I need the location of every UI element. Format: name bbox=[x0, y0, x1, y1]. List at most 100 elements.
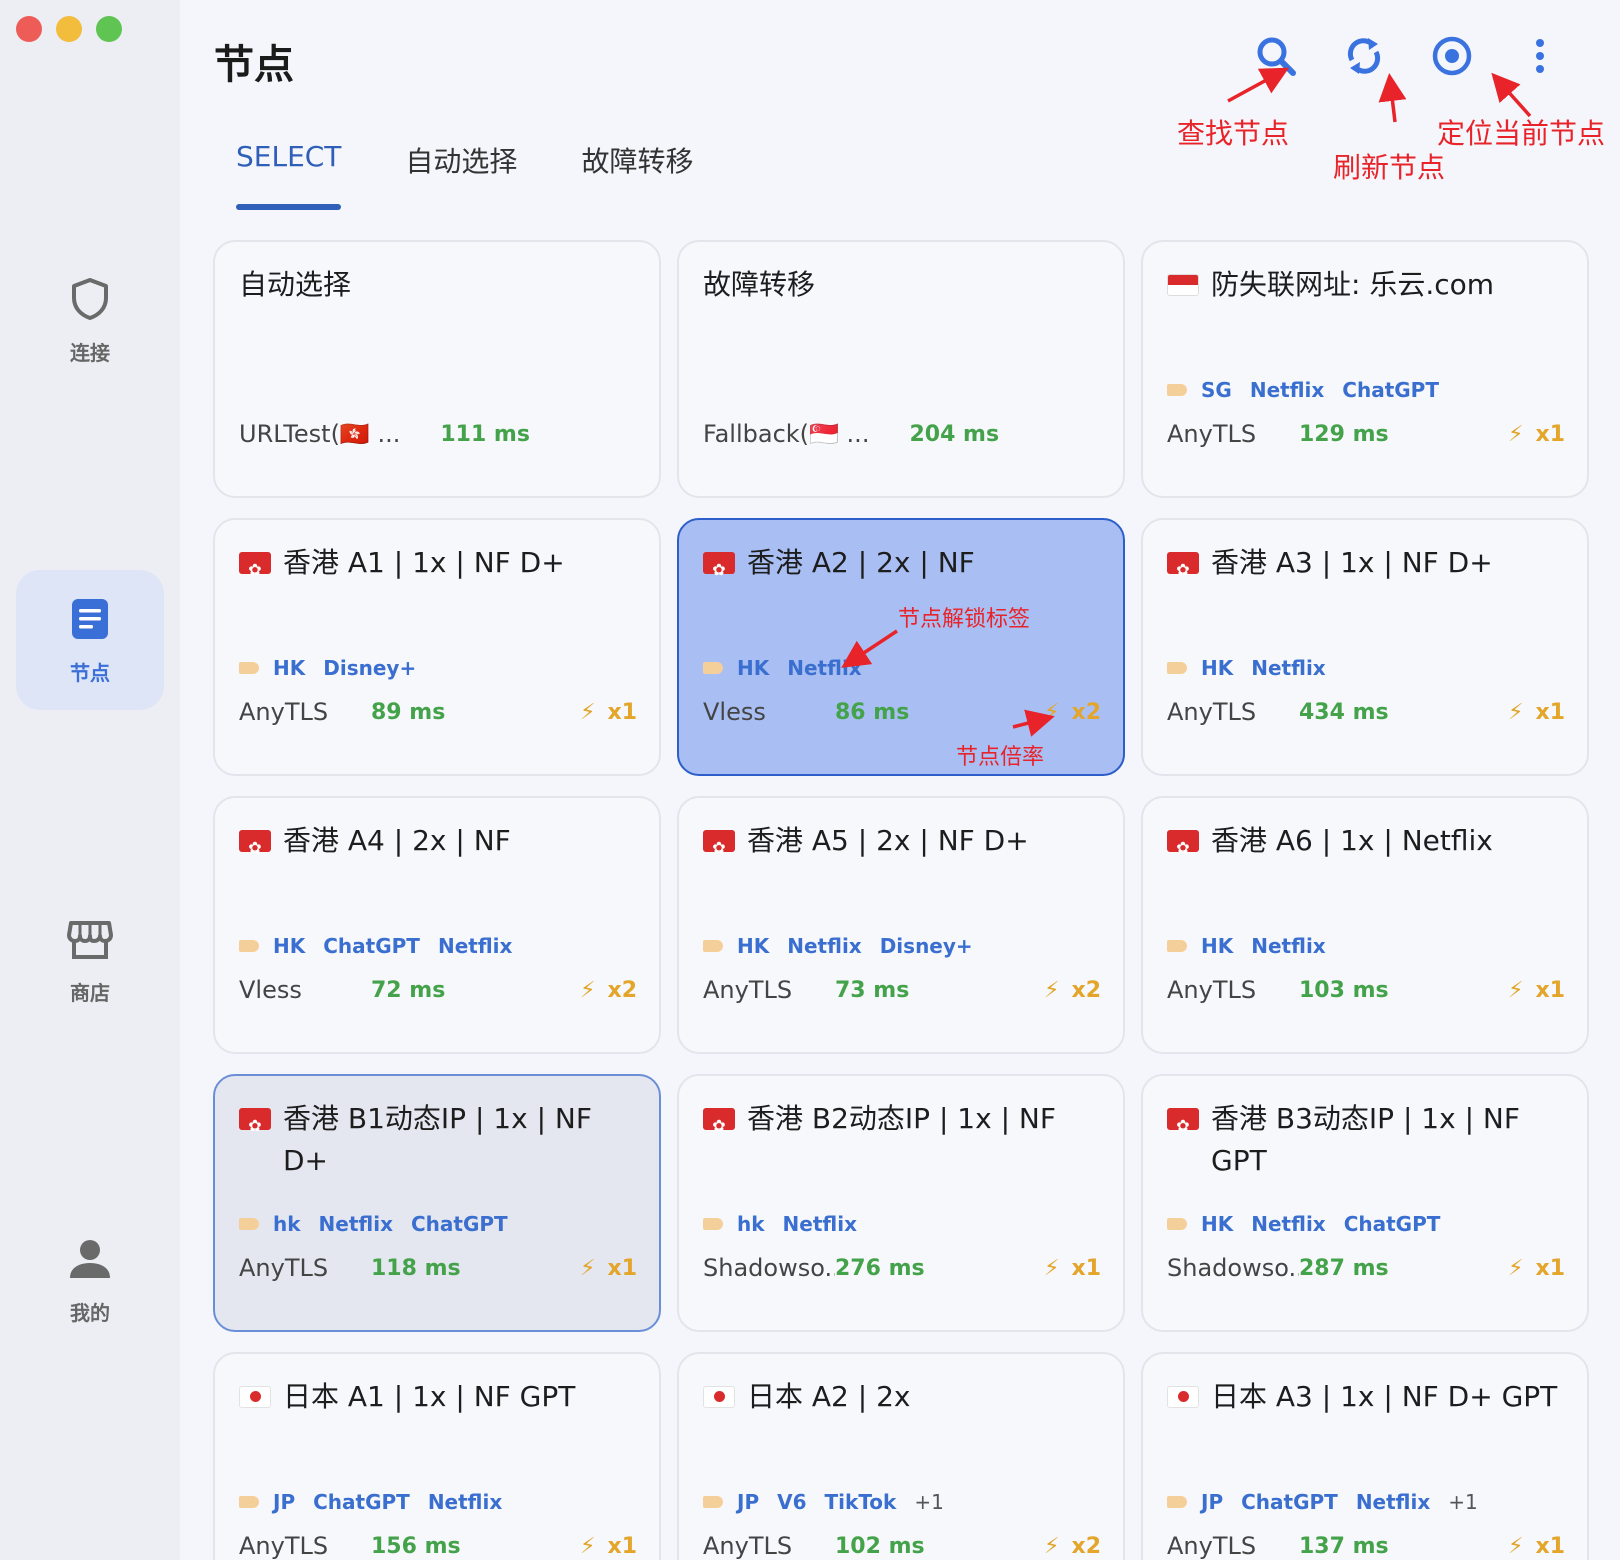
tag-icon bbox=[1167, 940, 1187, 952]
multiplier-value: x2 bbox=[1071, 1533, 1102, 1559]
multiplier-value: x1 bbox=[1535, 699, 1566, 725]
multiplier-value: x1 bbox=[1535, 977, 1566, 1003]
multiplier: ⚡ x1 bbox=[580, 1534, 637, 1559]
node-card[interactable]: 防失联网址: 乐云.com SG Netflix ChatGPT AnyTLS … bbox=[1141, 240, 1589, 498]
node-card-selected[interactable]: 香港 A2 | 2x | NF HK Netflix Vless 86 ms ⚡… bbox=[677, 518, 1125, 776]
tag: ChatGPT bbox=[1241, 1490, 1338, 1514]
card-title: 日本 A2 | 2x bbox=[747, 1380, 911, 1413]
tag: JP bbox=[273, 1490, 296, 1514]
card-title: 香港 B3动态IP | 1x | NF GPT bbox=[1211, 1102, 1520, 1177]
sidebar-item-nodes[interactable]: 节点 bbox=[16, 570, 164, 710]
multiplier-value: x2 bbox=[1071, 977, 1102, 1003]
unlock-tags: HK Netflix Disney+ bbox=[703, 934, 991, 958]
tag: Netflix bbox=[1251, 1212, 1326, 1236]
user-icon bbox=[70, 1239, 110, 1278]
tag: Netflix bbox=[787, 934, 862, 958]
sidebar-item-profile[interactable]: 我的 bbox=[16, 1210, 164, 1350]
more-tags-count: +1 bbox=[1448, 1490, 1478, 1514]
node-card[interactable]: 香港 B3动态IP | 1x | NF GPT HK Netflix ChatG… bbox=[1141, 1074, 1589, 1332]
tag: Netflix bbox=[1355, 1490, 1431, 1514]
tag: HK bbox=[273, 934, 306, 958]
tag: Netflix bbox=[318, 1212, 393, 1236]
tag: JP bbox=[737, 1490, 760, 1514]
tag: HK bbox=[1201, 934, 1234, 958]
delay-value: 111 ms bbox=[440, 421, 530, 447]
tab-failover[interactable]: 故障转移 bbox=[581, 140, 693, 210]
tab-auto-select[interactable]: 自动选择 bbox=[405, 140, 517, 210]
card-title: 日本 A3 | 1x | NF D+ GPT bbox=[1211, 1380, 1558, 1413]
group-card-auto-select[interactable]: 自动选择 URLTest(🇭🇰 ... 111 ms bbox=[213, 240, 661, 498]
sidebar: 连接 节点 商店 我的 bbox=[0, 0, 180, 1560]
tag-icon bbox=[703, 662, 723, 674]
card-title: 防失联网址: 乐云.com bbox=[1211, 268, 1495, 301]
multiplier: ⚡ x1 bbox=[1508, 422, 1565, 447]
tag: Netflix bbox=[1251, 656, 1326, 680]
sidebar-item-connect[interactable]: 连接 bbox=[16, 250, 164, 390]
hk-flag-icon bbox=[703, 827, 735, 869]
card-title: 香港 A5 | 2x | NF D+ bbox=[747, 824, 1029, 857]
card-title: 香港 A3 | 1x | NF D+ bbox=[1211, 546, 1493, 579]
card-title: 故障转移 bbox=[703, 268, 816, 301]
lightning-icon: ⚡ bbox=[580, 977, 596, 1003]
delay-value: 434 ms bbox=[1299, 699, 1389, 725]
document-list-icon bbox=[72, 598, 108, 639]
tag: Netflix bbox=[787, 656, 862, 680]
delay-value: 204 ms bbox=[909, 421, 1000, 447]
more-button[interactable] bbox=[1514, 30, 1566, 82]
close-window-button[interactable] bbox=[16, 16, 42, 42]
delay-value: 287 ms bbox=[1299, 1255, 1389, 1281]
tag-icon bbox=[239, 662, 259, 674]
minimize-window-button[interactable] bbox=[56, 16, 82, 42]
tab-select[interactable]: SELECT bbox=[236, 140, 342, 210]
node-card[interactable]: 日本 A3 | 1x | NF D+ GPT JP ChatGPT Netfli… bbox=[1141, 1352, 1589, 1560]
lightning-icon: ⚡ bbox=[580, 699, 596, 725]
lightning-icon: ⚡ bbox=[1044, 1533, 1060, 1559]
multiplier: ⚡ x2 bbox=[580, 978, 637, 1003]
lightning-icon: ⚡ bbox=[1508, 699, 1524, 725]
tag: HK bbox=[737, 656, 770, 680]
node-card[interactable]: 日本 A2 | 2x JP V6 TikTok +1 AnyTLS 102 ms… bbox=[677, 1352, 1125, 1560]
zoom-window-button[interactable] bbox=[96, 16, 122, 42]
node-card[interactable]: 日本 A1 | 1x | NF GPT JP ChatGPT Netflix A… bbox=[213, 1352, 661, 1560]
more-vertical-icon bbox=[1536, 39, 1544, 73]
protocol-label: Shadowso... bbox=[703, 1254, 835, 1282]
annotation-refresh: 刷新节点 bbox=[1333, 151, 1446, 184]
annotation-locate: 定位当前节点 bbox=[1437, 117, 1606, 150]
locate-button[interactable] bbox=[1426, 30, 1478, 82]
shield-icon bbox=[72, 277, 108, 320]
tag-icon bbox=[703, 940, 723, 952]
lightning-icon: ⚡ bbox=[1044, 699, 1060, 725]
unlock-tags: hk Netflix bbox=[703, 1212, 875, 1236]
card-title: 自动选择 bbox=[239, 268, 352, 301]
protocol-label: AnyTLS bbox=[1167, 1532, 1257, 1560]
unlock-tags: hk Netflix ChatGPT bbox=[239, 1212, 526, 1236]
delay-value: 103 ms bbox=[1299, 977, 1389, 1003]
node-card[interactable]: 香港 A4 | 2x | NF HK ChatGPT Netflix Vless… bbox=[213, 796, 661, 1054]
tag: HK bbox=[737, 934, 770, 958]
protocol-label: AnyTLS bbox=[239, 1254, 329, 1282]
group-card-failover[interactable]: 故障转移 Fallback(🇸🇬 ... 204 ms bbox=[677, 240, 1125, 498]
node-card[interactable]: 香港 A5 | 2x | NF D+ HK Netflix Disney+ An… bbox=[677, 796, 1125, 1054]
multiplier-value: x1 bbox=[607, 699, 638, 725]
unlock-tags: HK ChatGPT Netflix bbox=[239, 934, 530, 958]
search-icon bbox=[1257, 37, 1296, 76]
tag-icon bbox=[1167, 662, 1187, 674]
jp-flag-icon bbox=[1167, 1386, 1199, 1408]
search-button[interactable] bbox=[1250, 30, 1302, 82]
node-card[interactable]: 香港 A3 | 1x | NF D+ HK Netflix AnyTLS 434… bbox=[1141, 518, 1589, 776]
card-title: 香港 B1动态IP | 1x | NF D+ bbox=[283, 1102, 592, 1177]
hk-flag-icon bbox=[1167, 827, 1199, 869]
lightning-icon: ⚡ bbox=[1508, 977, 1524, 1003]
node-card[interactable]: 香港 A1 | 1x | NF D+ HK Disney+ AnyTLS 89 … bbox=[213, 518, 661, 776]
sidebar-item-store[interactable]: 商店 bbox=[16, 890, 164, 1030]
tag: Netflix bbox=[427, 1490, 503, 1514]
node-card-hovered[interactable]: 香港 B1动态IP | 1x | NF D+ hk Netflix ChatGP… bbox=[213, 1074, 661, 1332]
refresh-button[interactable] bbox=[1338, 30, 1390, 82]
unlock-tags: HK Netflix bbox=[703, 656, 880, 680]
node-card[interactable]: 香港 B2动态IP | 1x | NF hk Netflix Shadowso.… bbox=[677, 1074, 1125, 1332]
store-icon bbox=[67, 920, 113, 959]
more-tags-count: +1 bbox=[914, 1490, 944, 1514]
node-card[interactable]: 香港 A6 | 1x | Netflix HK Netflix AnyTLS 1… bbox=[1141, 796, 1589, 1054]
tag: HK bbox=[1201, 656, 1234, 680]
tag: Netflix bbox=[782, 1212, 857, 1236]
